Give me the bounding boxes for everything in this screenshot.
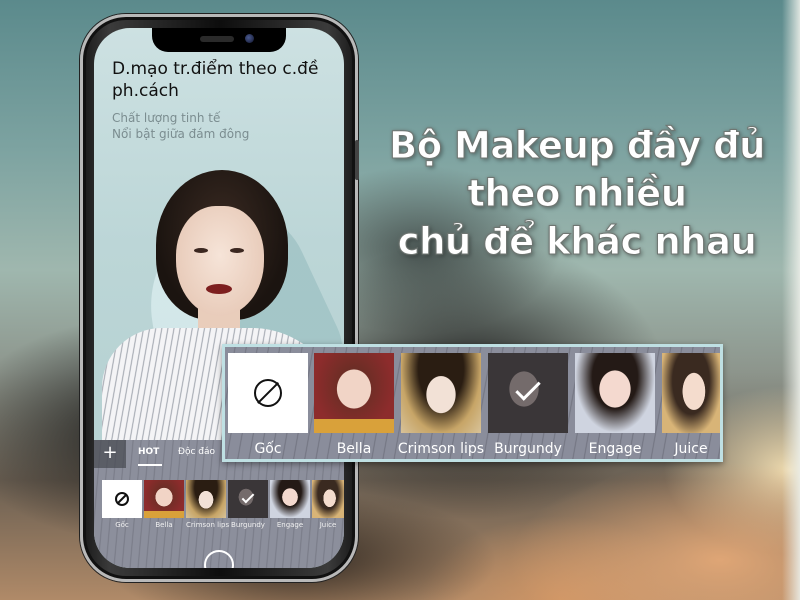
- no-filter-icon: [115, 492, 129, 506]
- checkmark-icon: [515, 375, 541, 401]
- preset-burgundy[interactable]: Burgundy: [228, 480, 268, 529]
- checkmark-icon: [241, 490, 255, 504]
- preset-thumbnail: [488, 353, 568, 433]
- model-eye: [194, 248, 208, 253]
- preset-thumbnail: [575, 353, 655, 433]
- preset-thumbnail: [144, 480, 184, 518]
- promo-headline: Bộ Makeup đầy đủ theo nhiều chủ để khác …: [372, 122, 782, 266]
- preset-label: Crimson lips: [397, 441, 485, 457]
- speaker-icon: [200, 36, 234, 42]
- phone-notch: [152, 28, 286, 52]
- preset-label: Gốc: [254, 441, 282, 457]
- phone-mockup: D.mạo tr.điểm theo c.đề ph.cách Chất lượ…: [80, 14, 358, 582]
- shutter-button[interactable]: [204, 550, 234, 568]
- model-lips: [206, 284, 232, 294]
- model-eye: [230, 248, 244, 253]
- zoomed-preset-goc[interactable]: Gốc: [228, 353, 308, 457]
- preset-label: Juice: [674, 441, 708, 457]
- preset-thumbnail: [102, 480, 142, 518]
- preset-label: Gốc: [115, 521, 129, 529]
- preset-thumbnail: [314, 353, 394, 433]
- preset-label: Juice: [319, 521, 337, 529]
- zoomed-preset-juice[interactable]: Juice: [662, 353, 720, 457]
- zoomed-preset-bella[interactable]: Bella: [314, 353, 394, 457]
- subtitle-line: Nổi bật giữa đám đông: [112, 127, 250, 141]
- preset-thumbnail: [186, 480, 226, 518]
- preset-label: Bella: [155, 521, 173, 529]
- zoomed-preset-burgundy[interactable]: Burgundy: [488, 353, 568, 457]
- screen-title-line: ph.cách: [112, 81, 179, 101]
- preset-thumbnail: [270, 480, 310, 518]
- preset-thumbnail: [228, 353, 308, 433]
- no-filter-icon: [254, 379, 282, 407]
- preset-thumbnail: [228, 480, 268, 518]
- preset-label: Burgundy: [231, 521, 265, 529]
- preset-label: Engage: [276, 521, 304, 529]
- subtitle-line: Chất lượng tinh tế: [112, 111, 221, 125]
- preset-bella[interactable]: Bella: [144, 480, 184, 529]
- preset-goc[interactable]: Gốc: [102, 480, 142, 529]
- active-tab-indicator: [138, 464, 162, 466]
- preset-thumbnail: [401, 353, 481, 433]
- preset-list: Gốc Bella Crimson lips Burgundy Engage J…: [102, 480, 344, 532]
- zoomed-preset-engage[interactable]: Engage: [575, 353, 655, 457]
- front-camera-icon: [245, 34, 254, 43]
- preset-engage[interactable]: Engage: [270, 480, 310, 529]
- tab-hot[interactable]: HOT: [138, 447, 159, 457]
- phone-side-button: [355, 140, 359, 180]
- phone-screen: D.mạo tr.điểm theo c.đề ph.cách Chất lượ…: [94, 28, 344, 568]
- preset-thumbnail: [312, 480, 344, 518]
- preset-label: Burgundy: [494, 441, 562, 457]
- model-face: [176, 206, 264, 316]
- screen-subtitle: Chất lượng tinh tế Nổi bật giữa đám đông: [112, 110, 342, 142]
- zoomed-preset-crimson-lips[interactable]: Crimson lips: [398, 353, 484, 457]
- preset-thumbnail: [662, 353, 720, 433]
- tab-doc-dao[interactable]: Độc đáo: [178, 447, 215, 457]
- preset-crimson-lips[interactable]: Crimson lips: [186, 480, 230, 529]
- add-category-button[interactable]: +: [94, 440, 126, 468]
- background-edge: [782, 0, 800, 600]
- zoomed-preset-strip: Gốc Bella Crimson lips Burgundy Engage J…: [222, 344, 723, 462]
- preset-juice[interactable]: Juice: [312, 480, 344, 529]
- headline-line: theo nhiều: [467, 172, 688, 216]
- preset-label: Bella: [336, 441, 372, 457]
- screen-title: D.mạo tr.điểm theo c.đề ph.cách: [112, 58, 342, 102]
- headline-line: chủ để khác nhau: [397, 220, 757, 264]
- preset-label: Crimson lips: [186, 521, 230, 529]
- headline-line: Bộ Makeup đầy đủ: [389, 124, 766, 168]
- screen-title-line: D.mạo tr.điểm theo c.đề: [112, 59, 319, 79]
